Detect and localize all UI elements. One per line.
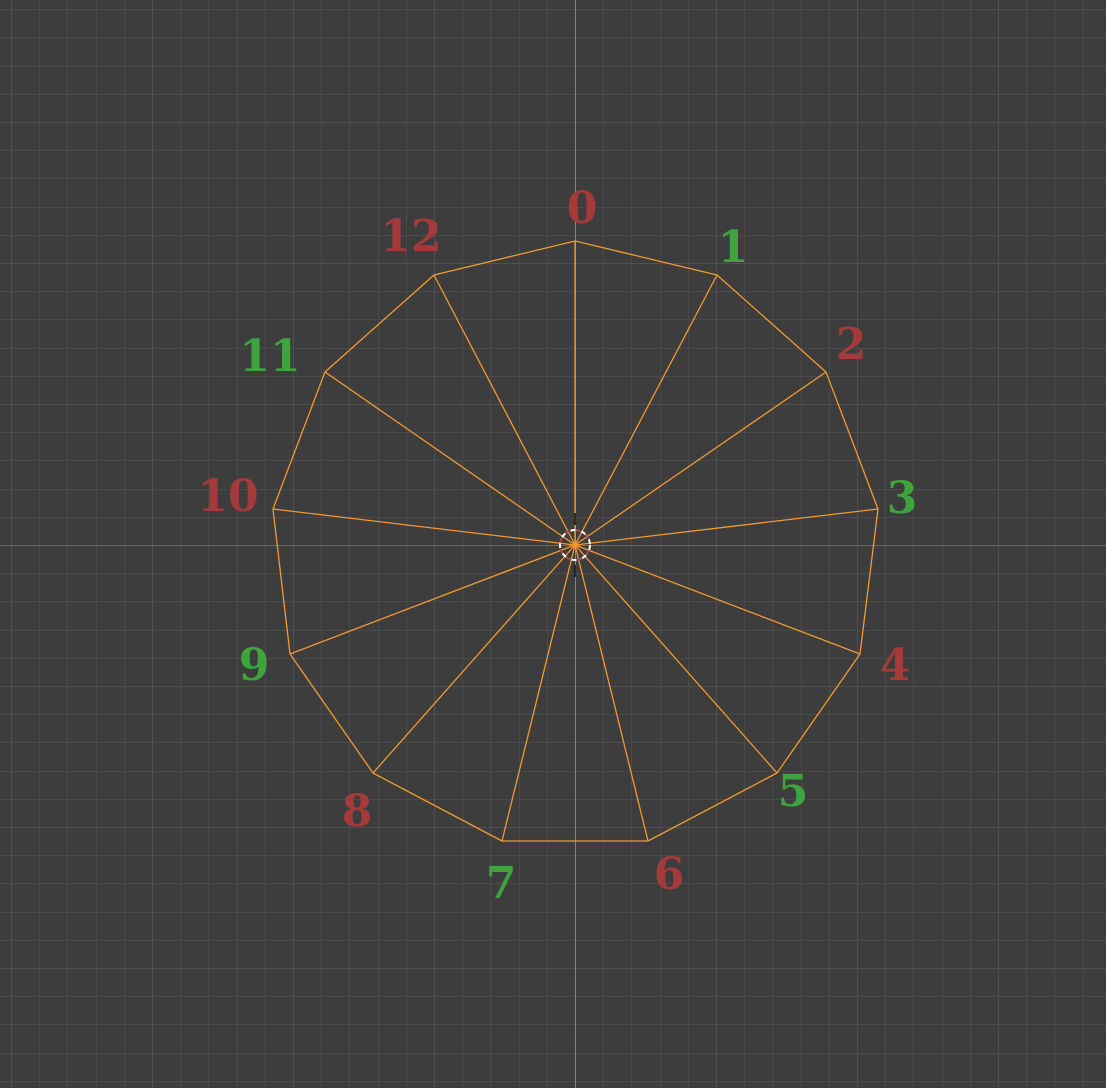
vertex-index-label: 9 xyxy=(239,640,270,691)
mesh-edge[interactable] xyxy=(825,371,879,510)
mesh-edge[interactable] xyxy=(289,544,576,655)
vertex-index-label: 6 xyxy=(654,849,685,900)
mesh-edge[interactable] xyxy=(501,544,576,842)
mesh-edge[interactable] xyxy=(574,240,718,276)
mesh-edge[interactable] xyxy=(433,274,576,546)
vertex-index-label: 7 xyxy=(486,858,517,909)
3d-viewport[interactable]: 0 1 2 3 4 5 6 7 8 9 10 11 12 xyxy=(0,0,1106,1088)
vertex-index-label: 1 xyxy=(718,222,749,273)
mesh-edge[interactable] xyxy=(574,274,718,546)
mesh-edge[interactable] xyxy=(647,772,778,842)
mesh-edge[interactable] xyxy=(776,653,861,774)
vertex-index-label: 10 xyxy=(197,471,258,522)
mesh-edge[interactable] xyxy=(859,508,879,655)
vertex-index-label: 2 xyxy=(836,319,867,370)
vertex-index-label: 4 xyxy=(880,640,911,691)
vertex-index-label: 3 xyxy=(887,473,918,524)
mesh-edge[interactable] xyxy=(272,508,291,655)
mesh-edge[interactable] xyxy=(574,544,861,655)
vertex-index-label: 8 xyxy=(342,786,373,837)
mesh-edge[interactable] xyxy=(574,544,649,842)
mesh-edge[interactable] xyxy=(433,240,576,276)
viewport-canvas[interactable]: 0 1 2 3 4 5 6 7 8 9 10 11 12 xyxy=(0,0,1106,1088)
mesh-edge[interactable] xyxy=(272,371,326,510)
vertex-index-label: 12 xyxy=(380,211,441,262)
vertex-index-label: 11 xyxy=(239,331,300,382)
viewport-grid xyxy=(0,0,1106,1088)
vertex-index-label: 0 xyxy=(567,183,598,234)
mesh-edge[interactable] xyxy=(372,772,503,842)
vertex-index-label: 5 xyxy=(778,766,809,817)
mesh-edge[interactable] xyxy=(289,653,374,774)
mesh-edge[interactable] xyxy=(716,274,827,373)
mesh-edge[interactable] xyxy=(324,274,435,373)
